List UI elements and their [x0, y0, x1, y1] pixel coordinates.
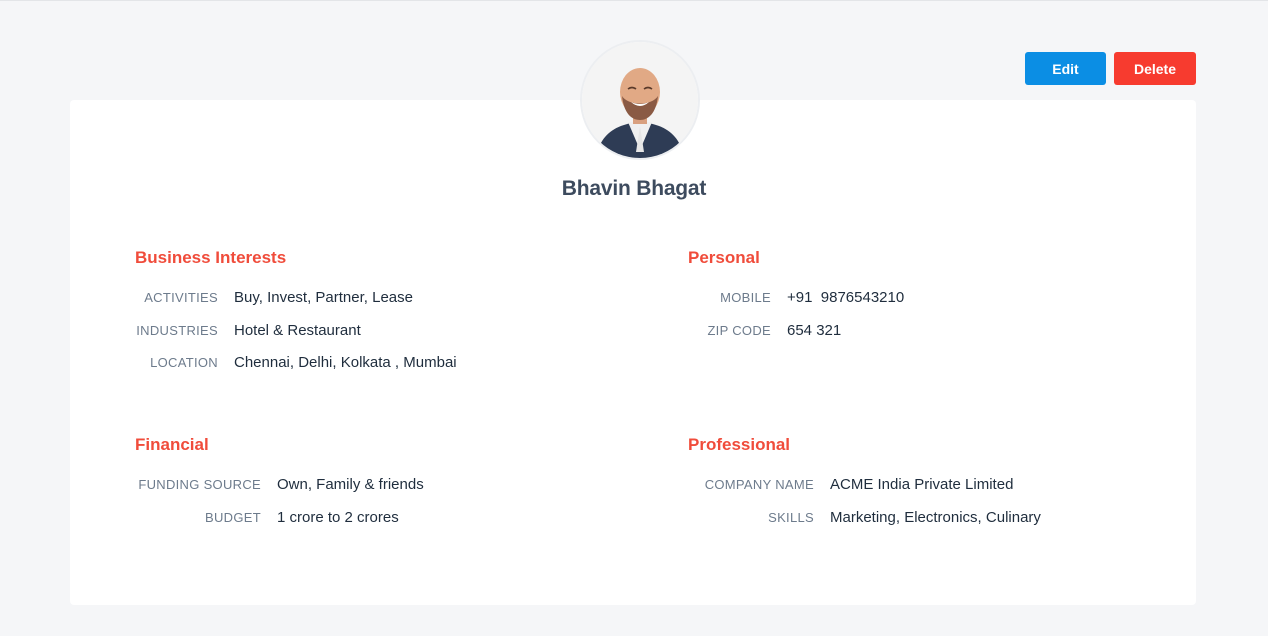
field-value: 1 crore to 2 crores: [277, 508, 399, 526]
field-label: LOCATION: [150, 355, 218, 370]
field-label: SKILLS: [768, 509, 814, 525]
detail-row: COMPANY NAME ACME India Private Limited: [688, 476, 1041, 509]
detail-row: INDUSTRIES Hotel & Restaurant: [135, 322, 457, 355]
field-label: INDUSTRIES: [136, 322, 218, 338]
detail-row: BUDGET 1 crore to 2 crores: [135, 509, 424, 542]
field-value: 654 321: [787, 321, 842, 339]
field-value: +91 9876543210: [787, 289, 905, 306]
field-value: ACME India Private Limited: [830, 476, 1014, 493]
section-title: Business Interests: [135, 248, 287, 267]
detail-row: MOBILE +91 9876543210: [688, 289, 904, 322]
profile-actions: Edit Delete: [1025, 52, 1196, 85]
personal-section: Personal MOBILE +91 9876543210 ZIP CODE …: [688, 248, 904, 354]
section-title: Personal: [688, 248, 760, 267]
detail-row: SKILLS Marketing, Electronics, Culinary: [688, 509, 1041, 542]
financial-section: Financial FUNDING SOURCE Own, Family & f…: [135, 435, 424, 541]
field-value: Hotel & Restaurant: [234, 321, 361, 339]
field-value: Buy, Invest, Partner, Lease: [234, 289, 413, 306]
detail-row: LOCATION Chennai, Delhi, Kolkata , Mumba…: [135, 354, 457, 387]
field-label: MOBILE: [720, 290, 771, 305]
detail-row: ACTIVITIES Buy, Invest, Partner, Lease: [135, 289, 457, 322]
professional-section: Professional COMPANY NAME ACME India Pri…: [688, 435, 1041, 541]
field-label: ACTIVITIES: [144, 290, 218, 305]
field-value: Marketing, Electronics, Culinary: [830, 508, 1041, 526]
delete-button[interactable]: Delete: [1114, 52, 1196, 85]
field-value: Own, Family & friends: [277, 476, 424, 493]
section-title: Professional: [688, 435, 791, 454]
field-label: ZIP CODE: [707, 322, 771, 338]
section-title: Financial: [135, 435, 209, 454]
avatar-photo-icon: [582, 42, 698, 158]
detail-row: FUNDING SOURCE Own, Family & friends: [135, 476, 424, 509]
detail-row: ZIP CODE 654 321: [688, 322, 904, 355]
avatar: [582, 42, 698, 158]
edit-button[interactable]: Edit: [1025, 52, 1106, 85]
field-label: COMPANY NAME: [704, 477, 814, 492]
field-label: FUNDING SOURCE: [138, 477, 261, 492]
field-label: BUDGET: [205, 509, 261, 525]
field-value: Chennai, Delhi, Kolkata , Mumbai: [234, 354, 457, 371]
profile-name: Bhavin Bhagat: [561, 177, 707, 200]
business-interests-section: Business Interests ACTIVITIES Buy, Inves…: [135, 248, 457, 387]
